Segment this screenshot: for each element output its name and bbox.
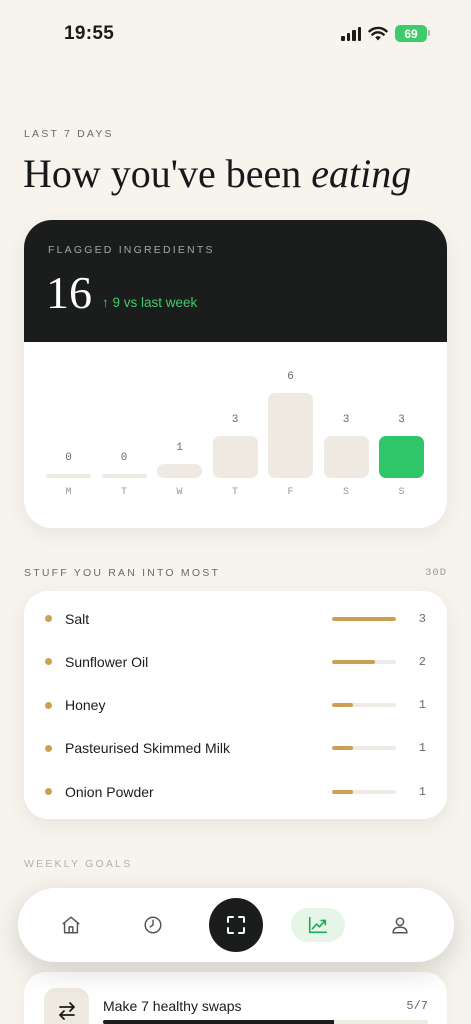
profile-icon[interactable] bbox=[374, 899, 426, 951]
bar bbox=[379, 435, 424, 478]
goal-progress-fill bbox=[103, 1020, 334, 1024]
bar-value-label: 6 bbox=[287, 371, 294, 383]
home-icon[interactable] bbox=[45, 899, 97, 951]
bar bbox=[101, 474, 147, 478]
bar-column: 3T bbox=[212, 342, 258, 528]
status-bar: 19:55 69 bbox=[0, 0, 471, 70]
flagged-summary: FLAGGED INGREDIENTS 16 ↑ 9 vs last week bbox=[24, 220, 447, 342]
bullet-dot bbox=[45, 615, 52, 622]
title-main: How you've been bbox=[23, 151, 302, 196]
bar-column: 0T bbox=[101, 342, 147, 528]
ingredient-count: 2 bbox=[418, 654, 426, 669]
bullet-dot bbox=[45, 788, 52, 796]
daily-flags-bar-chart: 0M0T1W3T6F3S3S bbox=[24, 342, 447, 528]
day-label: T bbox=[231, 487, 238, 498]
frequency-bar bbox=[332, 789, 396, 794]
flagged-ingredients-card[interactable]: FLAGGED INGREDIENTS 16 ↑ 9 vs last week … bbox=[24, 220, 447, 528]
frequency-bar bbox=[332, 616, 396, 621]
bar-column: 0M bbox=[46, 342, 91, 528]
bullet-dot bbox=[45, 658, 52, 666]
bar bbox=[157, 464, 202, 478]
frequency-bar bbox=[332, 703, 396, 708]
ingredient-name: Pasteurised Skimmed Milk bbox=[65, 740, 230, 757]
frequency-bar-fill bbox=[332, 746, 354, 751]
section-title-goals: WEEKLY GOALS bbox=[24, 858, 133, 870]
swap-icon bbox=[44, 988, 89, 1024]
day-label: W bbox=[176, 487, 183, 498]
bar-value-label: 3 bbox=[342, 413, 350, 426]
list-item[interactable]: Onion Powder 1 bbox=[24, 770, 447, 813]
bar-column: 3S bbox=[379, 342, 424, 528]
day-label: M bbox=[65, 487, 72, 498]
cellular-signal-icon bbox=[341, 26, 361, 41]
status-time: 19:55 bbox=[64, 23, 115, 44]
battery-icon: 69 bbox=[395, 25, 430, 42]
bar-value-label: 3 bbox=[231, 413, 239, 426]
status-icons: 69 bbox=[341, 25, 430, 42]
ingredient-name: Onion Powder bbox=[65, 783, 154, 800]
ingredient-name: Honey bbox=[65, 697, 106, 714]
flagged-label: FLAGGED INGREDIENTS bbox=[48, 244, 215, 256]
bar-value-label: 0 bbox=[65, 452, 72, 464]
flagged-delta: ↑ 9 vs last week bbox=[102, 295, 198, 310]
bar bbox=[323, 435, 369, 478]
bar-value-label: 1 bbox=[176, 442, 183, 454]
ingredient-count: 3 bbox=[418, 611, 426, 626]
goal-title: Make 7 healthy swaps bbox=[103, 998, 242, 1014]
top-ingredients-card: Salt 3 Sunflower Oil 2 Honey 1 Pasteurised Ski… bbox=[24, 591, 447, 819]
frequency-bar bbox=[332, 659, 396, 664]
wifi-icon bbox=[368, 26, 388, 41]
title-emphasis: eating bbox=[311, 151, 412, 196]
goal-progress-bar bbox=[103, 1020, 428, 1024]
list-item[interactable]: Honey 1 bbox=[24, 684, 447, 727]
range-label[interactable]: 30D bbox=[425, 567, 447, 579]
period-label: LAST 7 DAYS bbox=[24, 128, 114, 140]
bullet-dot bbox=[45, 701, 52, 709]
ingredient-count: 1 bbox=[418, 698, 426, 713]
ingredient-name: Sunflower Oil bbox=[65, 653, 149, 670]
bottom-nav bbox=[18, 888, 454, 962]
ingredient-name: Salt bbox=[65, 610, 90, 627]
frequency-bar-fill bbox=[332, 703, 354, 708]
frequency-bar-fill bbox=[332, 659, 375, 664]
page-title: How you've been eating bbox=[23, 150, 411, 197]
list-item[interactable]: Pasteurised Skimmed Milk 1 bbox=[24, 727, 447, 770]
goal-progress: 5/7 bbox=[406, 999, 428, 1013]
frequency-bar-fill bbox=[332, 616, 396, 621]
page: 19:55 69 LAST 7 DAYS How you've been eat… bbox=[0, 0, 471, 1024]
scan-icon[interactable] bbox=[209, 898, 263, 952]
list-item[interactable]: Salt 3 bbox=[24, 597, 447, 640]
day-label: S bbox=[342, 487, 349, 498]
ingredient-count: 1 bbox=[418, 741, 426, 756]
day-label: S bbox=[398, 487, 405, 498]
history-icon[interactable] bbox=[127, 899, 179, 951]
list-item[interactable]: Sunflower Oil 2 bbox=[24, 640, 447, 683]
flagged-count: 16 bbox=[46, 267, 92, 318]
bar bbox=[268, 393, 313, 478]
bar-column: 6F bbox=[268, 342, 313, 528]
bar bbox=[212, 435, 258, 478]
frequency-bar-fill bbox=[332, 789, 354, 794]
bullet-dot bbox=[45, 744, 52, 752]
section-title-stuff: STUFF YOU RAN INTO MOST bbox=[24, 567, 221, 579]
bar-value-label: 0 bbox=[120, 452, 128, 464]
bar-column: 3S bbox=[323, 342, 369, 528]
frequency-bar bbox=[332, 746, 396, 751]
day-label: T bbox=[120, 487, 127, 498]
bar-column: 1W bbox=[157, 342, 202, 528]
ingredient-count: 1 bbox=[418, 784, 426, 799]
bar-value-label: 3 bbox=[398, 413, 405, 426]
goal-card[interactable]: Make 7 healthy swaps 5/7 bbox=[24, 972, 447, 1024]
trends-icon[interactable] bbox=[291, 908, 345, 942]
bar bbox=[46, 474, 91, 478]
day-label: F bbox=[287, 487, 294, 498]
